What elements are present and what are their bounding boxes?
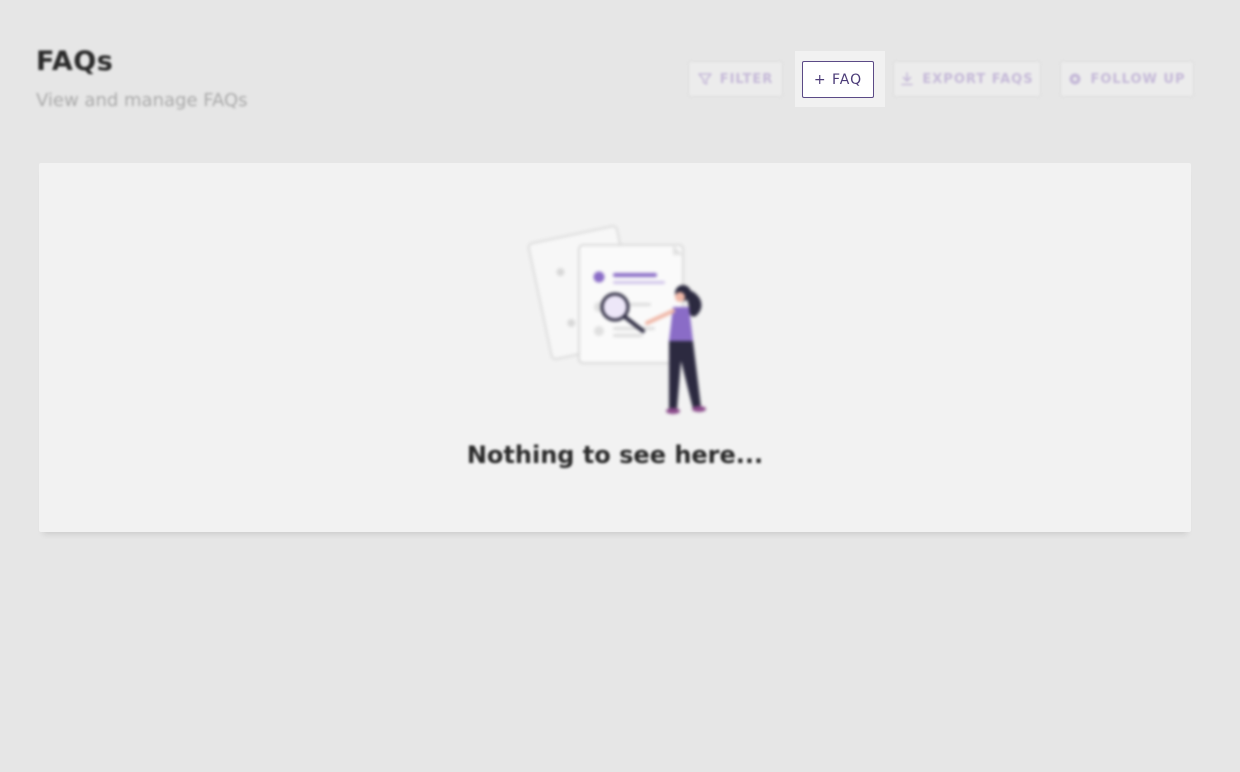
download-icon xyxy=(900,72,914,86)
page: FAQs View and manage FAQs FILTER + FAQ E… xyxy=(0,0,1240,772)
empty-state-illustration xyxy=(517,211,727,421)
export-faqs-button-label: EXPORT FAQS xyxy=(922,71,1034,87)
gear-icon xyxy=(1068,72,1082,86)
faq-list-card: Nothing to see here... xyxy=(39,163,1191,532)
follow-up-button[interactable]: FOLLOW UP xyxy=(1060,61,1194,97)
filter-icon xyxy=(697,72,712,86)
follow-up-button-label: FOLLOW UP xyxy=(1090,71,1186,87)
page-subtitle: View and manage FAQs xyxy=(36,90,248,111)
add-faq-button[interactable]: + FAQ xyxy=(802,61,874,98)
filter-button[interactable]: FILTER xyxy=(688,61,783,97)
empty-state-message: Nothing to see here... xyxy=(466,441,764,469)
page-title: FAQs xyxy=(36,46,114,77)
add-faq-focus-ring: + FAQ xyxy=(795,51,885,107)
filter-button-label: FILTER xyxy=(719,71,774,87)
export-faqs-button[interactable]: EXPORT FAQS xyxy=(893,61,1041,97)
